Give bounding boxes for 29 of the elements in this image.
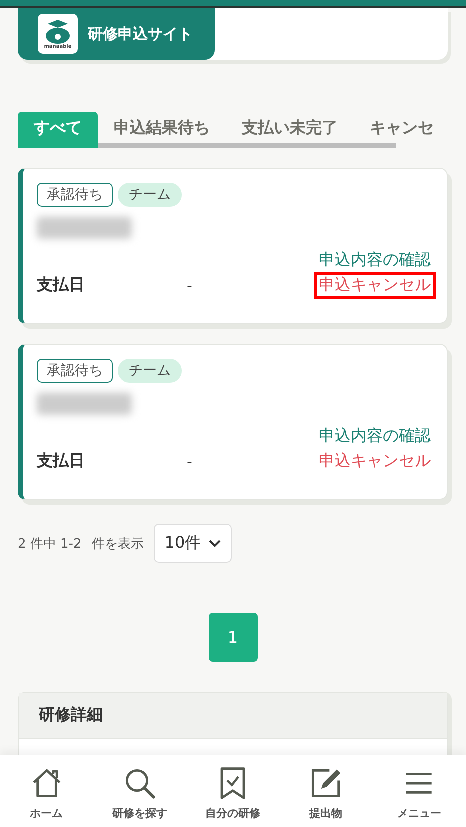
result-suffix: 件を表示 [92, 536, 144, 552]
payment-value: - [187, 452, 194, 470]
nav-item[interactable]: 提出物 [281, 755, 372, 827]
nav-item[interactable]: 自分の研修 [188, 755, 278, 827]
confirm-link[interactable]: 申込内容の確認 [317, 249, 433, 272]
site-title: 研修申込サイト [88, 24, 193, 44]
cancel-link[interactable]: 申込キャンセル [314, 448, 436, 475]
chevron-icon [209, 540, 222, 548]
payment-label: 支払日 [37, 275, 86, 296]
filter-tab[interactable]: キャンセ [354, 112, 450, 148]
filter-tab[interactable]: 申込結果待ち [98, 112, 226, 148]
nav-item[interactable]: 研修を探す [94, 755, 185, 827]
edit-icon [309, 767, 344, 800]
confirm-link[interactable]: 申込内容の確認 [317, 425, 433, 448]
type-tag: チーム [118, 359, 182, 383]
filter-tab[interactable]: すべて [18, 112, 98, 148]
result-count: 2 件中 1-2 [18, 536, 82, 552]
cancel-link[interactable]: 申込キャンセル [314, 272, 436, 299]
nav-item[interactable]: ホーム [2, 755, 92, 827]
status-tag: 承認待ち [37, 183, 113, 207]
type-tag: チーム [118, 183, 182, 207]
status-tag: 承認待ち [37, 359, 113, 383]
nav-item[interactable]: メニュー [374, 755, 464, 827]
payment-value: - [187, 276, 194, 294]
filter-tab[interactable]: 支払い未完了 [226, 112, 354, 148]
page-button[interactable]: 1 [208, 613, 258, 662]
detail-title: 研修詳細 [19, 693, 447, 739]
per-page-select[interactable]: 10件 [154, 524, 232, 563]
payment-label: 支払日 [37, 451, 86, 472]
